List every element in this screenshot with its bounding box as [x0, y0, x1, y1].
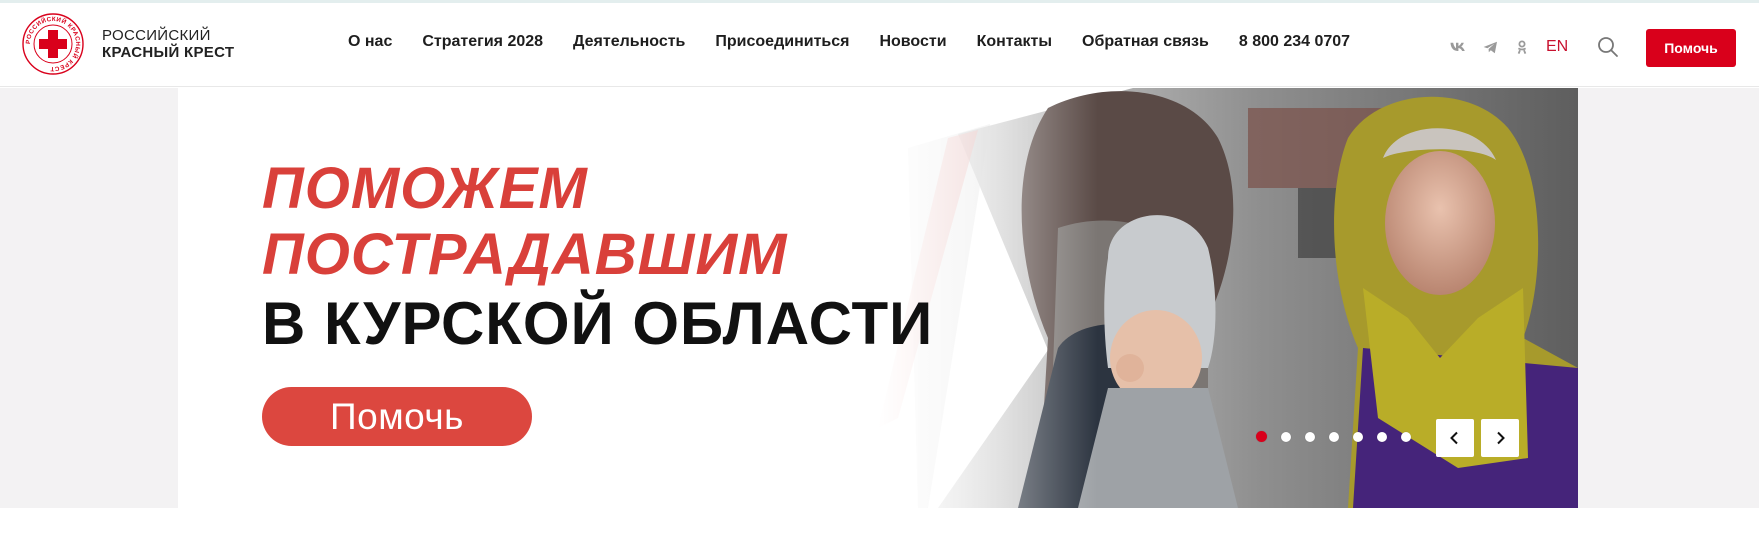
hero-headline-line-1: ПОМОЖЕМ — [262, 156, 588, 221]
telegram-icon[interactable] — [1480, 37, 1500, 57]
social-links: EN — [1448, 37, 1568, 57]
language-switch[interactable]: EN — [1546, 38, 1568, 56]
slider-prev-button[interactable] — [1436, 419, 1474, 457]
slider-dot-2[interactable] — [1281, 431, 1291, 442]
slider-dot-1[interactable] — [1256, 431, 1267, 442]
slider-dot-4[interactable] — [1329, 431, 1339, 442]
site-header: РОССИЙСКИЙ КРАСНЫЙ КРЕСТ РОССИЙСКИЙ КРАС… — [0, 3, 1759, 87]
chevron-right-icon — [1497, 431, 1505, 445]
slider-next-button[interactable] — [1481, 419, 1519, 457]
nav-item-contacts[interactable]: Контакты — [977, 33, 1052, 51]
logo-line-1: РОССИЙСКИЙ — [102, 27, 211, 44]
red-cross-emblem-icon: РОССИЙСКИЙ КРАСНЫЙ КРЕСТ — [22, 13, 84, 75]
logo-line-2: КРАСНЫЙ КРЕСТ — [102, 44, 235, 61]
slider-dot-6[interactable] — [1377, 431, 1387, 442]
nav-item-about[interactable]: О нас — [348, 33, 392, 51]
site-logo[interactable]: РОССИЙСКИЙ КРАСНЫЙ КРЕСТ РОССИЙСКИЙ КРАС… — [22, 13, 234, 75]
slider-dot-3[interactable] — [1305, 431, 1315, 442]
odnoklassniki-icon[interactable] — [1512, 37, 1532, 57]
search-icon[interactable] — [1597, 36, 1619, 58]
hero-headline-line-3: В КУРСКОЙ ОБЛАСТИ — [262, 290, 934, 357]
nav-item-join[interactable]: Присоединиться — [715, 33, 849, 51]
chevron-left-icon — [1450, 431, 1458, 445]
hero-help-button[interactable]: Помочь — [262, 387, 532, 446]
nav-item-strategy-2028[interactable]: Стратегия 2028 — [422, 33, 543, 51]
slider-pagination — [1256, 431, 1425, 442]
hero-headline: ПОМОЖЕМ ПОСТРАДАВШИМ В КУРСКОЙ ОБЛАСТИ — [262, 156, 933, 360]
header-help-button[interactable]: Помочь — [1646, 29, 1736, 67]
nav-item-news[interactable]: Новости — [879, 33, 946, 51]
vk-icon[interactable] — [1448, 37, 1468, 57]
hero-headline-line-2: ПОСТРАДАВШИМ — [262, 222, 788, 287]
nav-item-activity[interactable]: Деятельность — [573, 33, 685, 51]
logo-wordmark: РОССИЙСКИЙ КРАСНЫЙ КРЕСТ — [102, 27, 234, 61]
slider-dot-5[interactable] — [1353, 431, 1363, 442]
nav-phone-link[interactable]: 8 800 234 0707 — [1239, 33, 1350, 51]
main-nav: О нас Стратегия 2028 Деятельность Присое… — [348, 33, 1350, 51]
slider-dot-7[interactable] — [1401, 431, 1411, 442]
nav-item-feedback[interactable]: Обратная связь — [1082, 33, 1209, 51]
hero-banner: ПОМОЖЕМ ПОСТРАДАВШИМ В КУРСКОЙ ОБЛАСТИ П… — [178, 88, 1578, 508]
